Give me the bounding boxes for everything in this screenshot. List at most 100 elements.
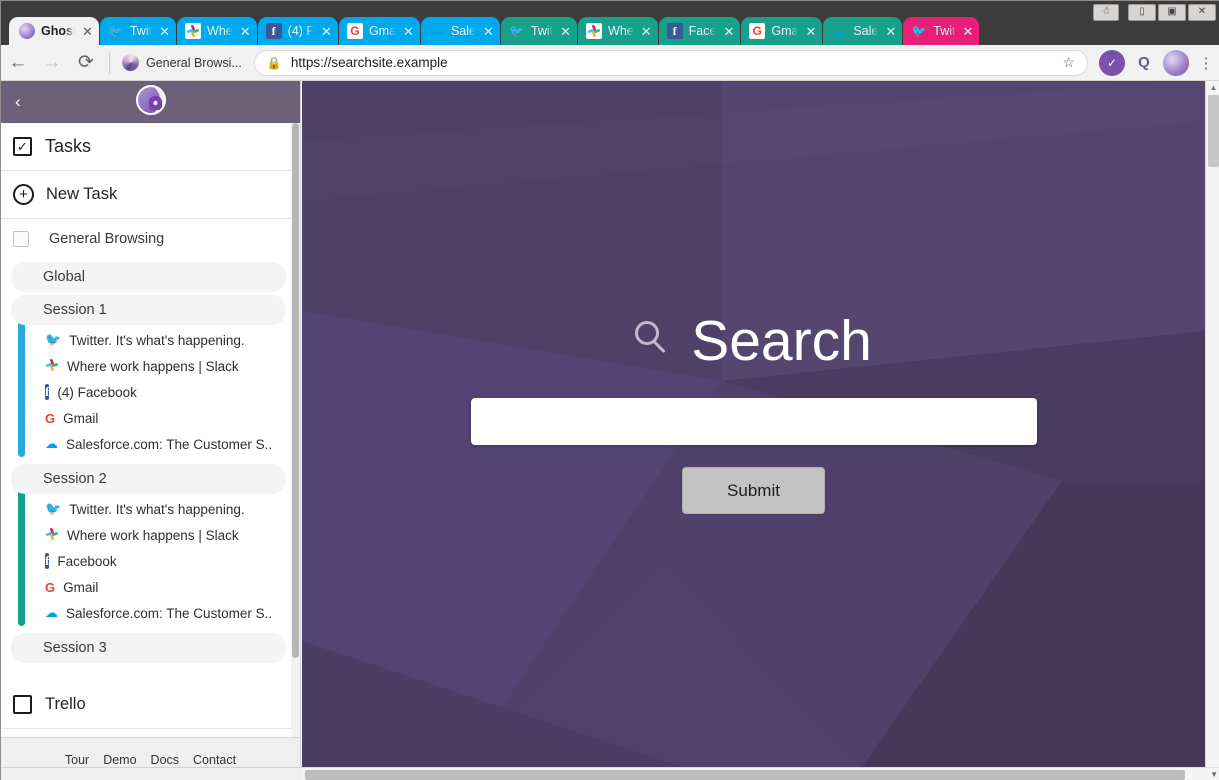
twitter-icon: 🐦 (911, 24, 927, 38)
browser-tab[interactable]: ☁ Sale ✕ (823, 17, 903, 45)
window-controls: ☃ ▯ ▣ ✕ (1093, 3, 1216, 21)
sidebar-session-global[interactable]: Global (11, 262, 286, 292)
footer-link-contact[interactable]: Contact (193, 753, 236, 767)
sidebar-scroll-thumb[interactable] (292, 123, 299, 658)
sidebar-session-2[interactable]: Session 2 (11, 464, 286, 494)
browser-tab[interactable]: Whe ✕ (578, 17, 658, 45)
gmail-icon: G (45, 410, 56, 426)
tab-close-icon[interactable]: ✕ (560, 25, 571, 38)
page-horizontal-scrollbar[interactable]: ▼ (302, 767, 1219, 780)
sidebar-session-3[interactable]: Session 3 (11, 633, 286, 663)
session-tab-item[interactable]: f (4) Facebook (1, 379, 300, 405)
footer-link-docs[interactable]: Docs (151, 753, 179, 767)
sidebar-row-label: Trello (45, 695, 86, 713)
address-bar[interactable]: 🔒 https://searchsite.example ☆ (253, 49, 1088, 76)
sidebar-scroll-area[interactable]: ✓ Tasks + New Task General Browsing Global Ses… (1, 123, 300, 737)
sidebar-scrollbar[interactable] (291, 123, 300, 737)
scroll-down-arrow-icon[interactable]: ▼ (1210, 770, 1218, 779)
unchecked-checkbox-icon[interactable] (13, 695, 32, 714)
sidebar-row-new-task[interactable]: + New Task (1, 171, 300, 219)
gmail-icon: G (749, 23, 766, 39)
search-input[interactable] (470, 398, 1037, 445)
page-vertical-scrollbar[interactable]: ▲ (1205, 81, 1219, 767)
tab-close-icon[interactable]: ✕ (403, 25, 414, 38)
browser-menu-icon[interactable]: ⋮ (1192, 56, 1219, 71)
session-tab-item[interactable]: 🐦 Twitter. It's what's happening. (1, 327, 300, 353)
check-circle-icon[interactable]: ✓ (1099, 49, 1125, 76)
forward-icon[interactable]: → (35, 46, 69, 80)
sidebar-session-1[interactable]: Session 1 (11, 295, 286, 325)
tab-close-icon[interactable]: ✕ (321, 25, 332, 38)
browser-tab[interactable]: Ghost ✕ (9, 17, 99, 45)
close-button[interactable]: ✕ (1188, 3, 1216, 21)
facebook-icon: f (265, 23, 282, 39)
vertical-scroll-thumb[interactable] (1208, 95, 1219, 167)
sidebar-row-tasks[interactable]: ✓ Tasks (1, 123, 300, 171)
salesforce-icon: ☁ (430, 24, 443, 38)
footer-link-demo[interactable]: Demo (103, 753, 136, 767)
ghost-logo-icon[interactable]: ☻ (136, 85, 166, 115)
browser-tab[interactable]: f (4) F ✕ (257, 17, 338, 45)
horizontal-scroll-thumb[interactable] (305, 770, 1185, 780)
browser-tab[interactable]: 🐦 Twit ✕ (903, 17, 980, 45)
sidebar-row-bookmarks[interactable]: Bookmarks (1, 729, 300, 737)
scroll-up-arrow-icon[interactable]: ▲ (1206, 81, 1219, 94)
session-label: Session 1 (43, 302, 107, 318)
sidebar-back-icon[interactable]: ‹ (15, 92, 21, 112)
minimize-button[interactable]: ▯ (1128, 3, 1156, 21)
session-tab-item[interactable]: ☁ Salesforce.com: The Customer S.. (1, 600, 300, 626)
browser-tab[interactable]: 🐦 Twit ✕ (500, 17, 578, 45)
checked-checkbox-icon[interactable]: ✓ (13, 137, 32, 156)
browser-tab[interactable]: 🐦 Twit ✕ (99, 17, 177, 45)
tab-close-icon[interactable]: ✕ (963, 25, 974, 38)
quick-search-icon[interactable]: Q (1131, 50, 1157, 76)
browser-tab[interactable]: ☁ Sale ✕ (420, 17, 500, 45)
profile-chip[interactable]: General Browsi... (109, 51, 242, 74)
browser-toolbar: ← → ⟳ General Browsi... 🔒 https://search… (1, 45, 1219, 81)
ghost-extension-icon[interactable] (1163, 49, 1189, 76)
submit-button[interactable]: Submit (682, 467, 825, 514)
session-tab-item[interactable]: ☁ Salesforce.com: The Customer S.. (1, 431, 300, 457)
reload-icon[interactable]: ⟳ (69, 46, 103, 80)
tab-close-icon[interactable]: ✕ (641, 25, 652, 38)
tab-close-icon[interactable]: ✕ (805, 25, 816, 38)
session-tab-list: 🐦 Twitter. It's what's happening. Where wo… (1, 325, 300, 461)
user-account-button[interactable]: ☃ (1093, 3, 1119, 21)
sidebar-group-general-browsing[interactable]: General Browsing (1, 219, 300, 259)
tab-close-icon[interactable]: ✕ (82, 25, 93, 38)
session-tab-item[interactable]: f Facebook (1, 548, 300, 574)
scrollbar-corner (1, 767, 302, 780)
browser-tab[interactable]: G Gma ✕ (338, 17, 420, 45)
back-icon[interactable]: ← (1, 46, 35, 80)
session-tab-item[interactable]: Where work happens | Slack (1, 522, 300, 548)
session-tab-item[interactable]: Where work happens | Slack (1, 353, 300, 379)
browser-tab[interactable]: G Gma ✕ (741, 17, 823, 45)
tab-close-icon[interactable]: ✕ (723, 25, 734, 38)
tab-label: Twit (530, 24, 554, 38)
sidebar-row-trello[interactable]: Trello (1, 681, 300, 729)
bookmark-star-icon[interactable]: ☆ (1062, 54, 1075, 71)
tab-close-icon[interactable]: ✕ (483, 25, 494, 38)
session-tab-item[interactable]: G Gmail (1, 574, 300, 600)
page-title-text: Search (691, 309, 872, 373)
browser-tab[interactable]: f Face ✕ (658, 17, 741, 45)
plus-circle-icon[interactable]: + (13, 184, 34, 205)
tab-close-icon[interactable]: ✕ (159, 25, 170, 38)
tab-label: (4) F (287, 24, 315, 38)
session-label: Global (43, 269, 85, 285)
browser-tab[interactable]: Whe ✕ (177, 17, 257, 45)
maximize-button[interactable]: ▣ (1158, 3, 1186, 21)
footer-link-tour[interactable]: Tour (65, 753, 89, 767)
unchecked-checkbox-icon[interactable] (13, 231, 29, 247)
tab-close-icon[interactable]: ✕ (885, 25, 896, 38)
magnifier-icon (635, 320, 671, 357)
tab-label: Twit (129, 24, 153, 38)
slack-icon (45, 526, 59, 544)
sidebar-row-label: New Task (46, 185, 118, 203)
session-tab-label: Salesforce.com: The Customer S.. (66, 436, 273, 452)
tab-close-icon[interactable]: ✕ (240, 25, 251, 38)
session-tab-item[interactable]: 🐦 Twitter. It's what's happening. (1, 496, 300, 522)
session-tab-item[interactable]: G Gmail (1, 405, 300, 431)
gmail-icon: G (45, 579, 56, 595)
